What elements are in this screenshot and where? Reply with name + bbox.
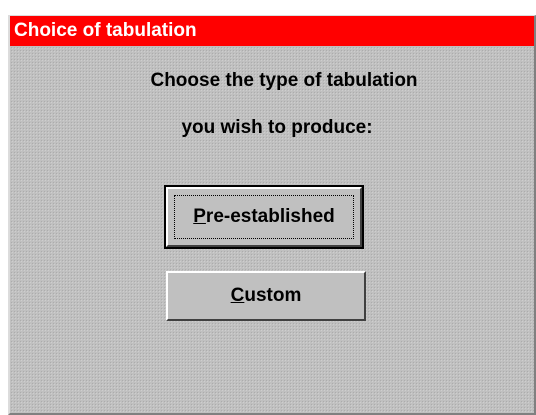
- custom-button-label: Custom: [231, 285, 302, 307]
- custom-button[interactable]: Custom: [166, 271, 366, 321]
- custom-label-rest: ustom: [244, 285, 302, 306]
- custom-mnemonic: C: [230, 285, 245, 306]
- pre-established-button-label: Pre-established: [174, 195, 354, 239]
- dialog-title-bar[interactable]: Choice of tabulation: [10, 16, 534, 46]
- pre-established-button[interactable]: Pre-established: [164, 185, 364, 249]
- prompt-line-2: you wish to produce:: [181, 117, 373, 138]
- tabulation-dialog: Choice of tabulation Choose the type of …: [8, 15, 536, 415]
- pre-established-mnemonic: P: [193, 206, 206, 227]
- dialog-title: Choice of tabulation: [14, 20, 197, 41]
- prompt-line-1: Choose the type of tabulation: [150, 70, 418, 91]
- pre-established-label-rest: re-established: [205, 206, 335, 227]
